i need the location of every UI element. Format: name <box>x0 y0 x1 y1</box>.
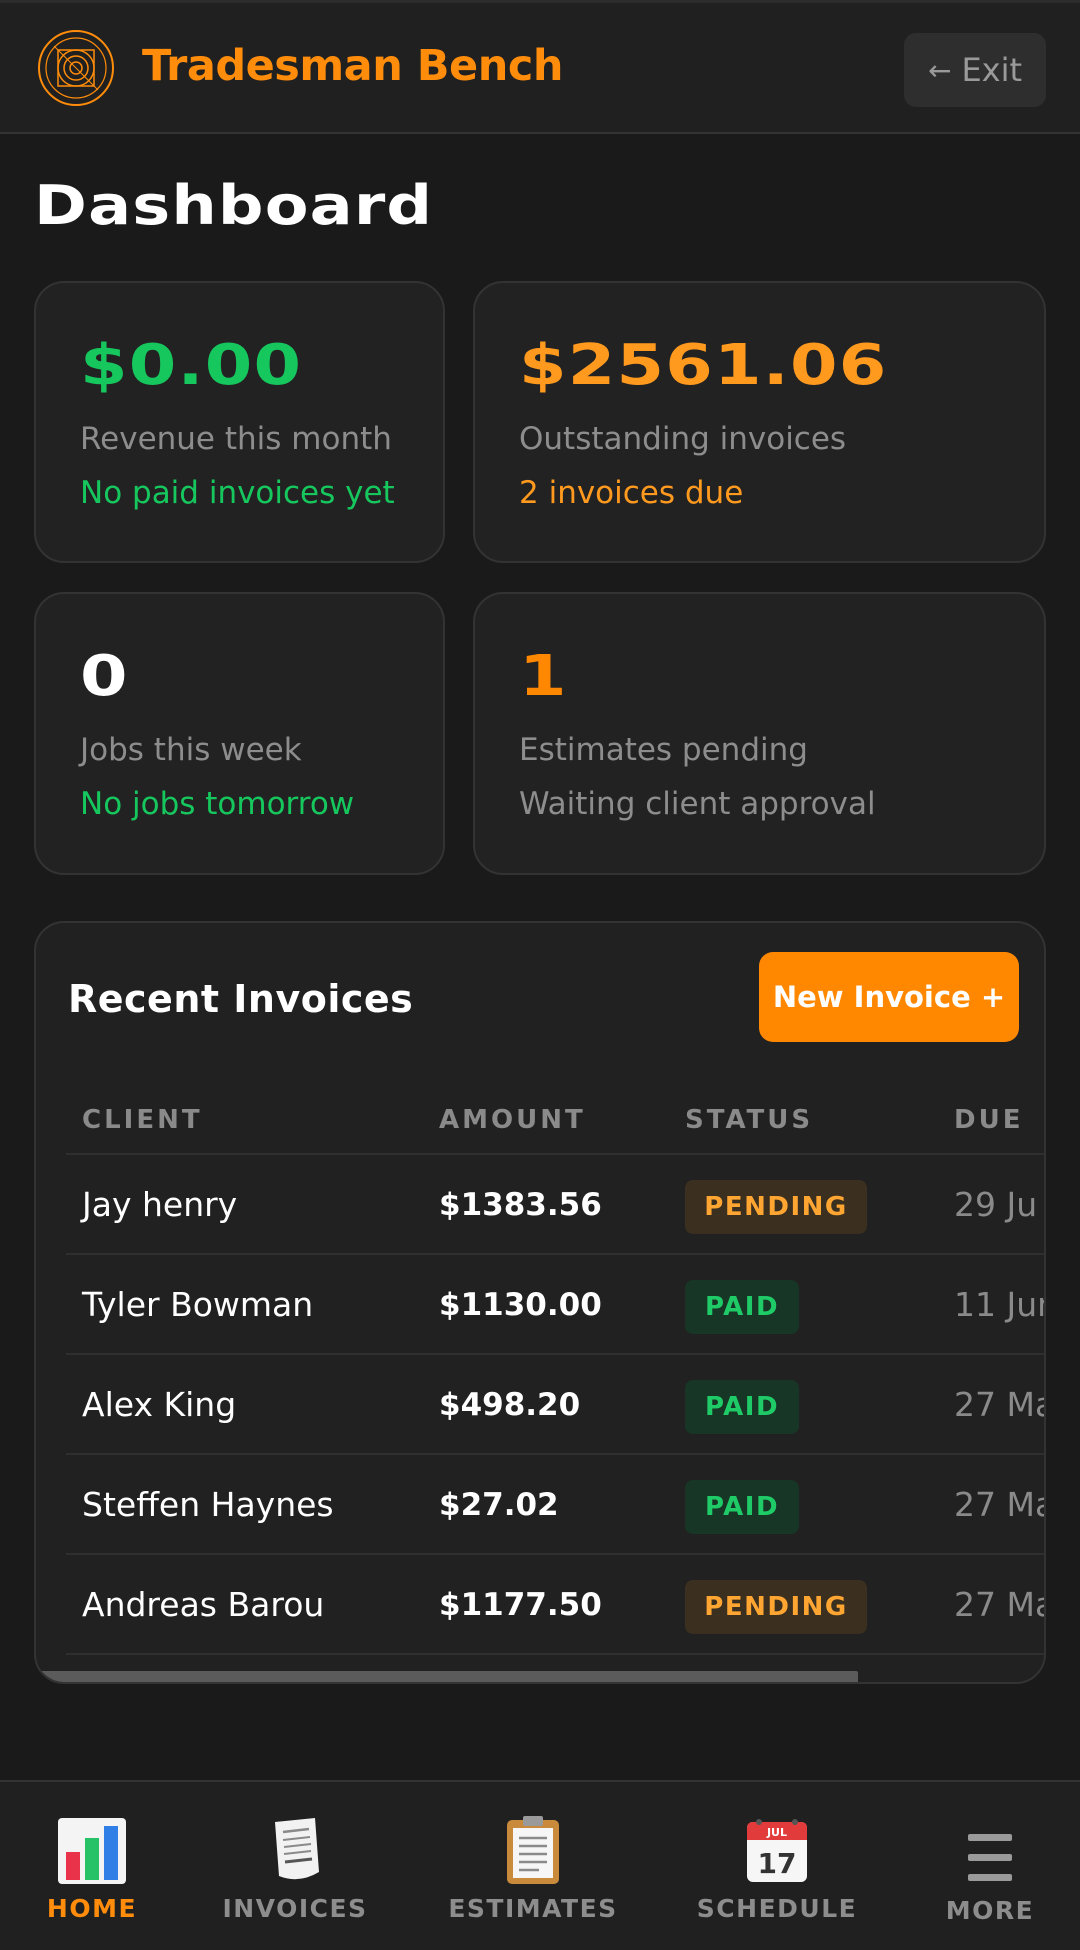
calendar-day: 17 <box>758 1847 797 1880</box>
outstanding-label: Outstanding invoices <box>519 421 847 457</box>
status-badge: PENDING <box>685 1180 867 1234</box>
table-divider <box>66 1153 1044 1155</box>
invoice-client: Steffen Haynes <box>82 1485 334 1524</box>
invoice-amount: $498.20 <box>439 1387 581 1423</box>
revenue-label: Revenue this month <box>80 421 392 457</box>
brand-name: Tradesman Bench <box>142 41 563 91</box>
invoice-amount: $1383.56 <box>439 1187 602 1223</box>
estimates-card[interactable]: 1 Estimates pending Waiting client appro… <box>473 592 1046 875</box>
invoice-client: Andreas Barou <box>82 1585 325 1624</box>
receipt-icon <box>275 1818 319 1880</box>
column-header-status[interactable]: STATUS <box>685 1105 813 1135</box>
arrow-left-icon: ← <box>927 53 952 87</box>
nav-label-estimates: ESTIMATES <box>448 1894 618 1923</box>
nav-item-more[interactable]: MORE <box>930 1782 1050 1950</box>
horizontal-scrollbar[interactable] <box>36 1671 858 1682</box>
invoice-due: 27 Ma <box>954 1485 1046 1524</box>
app-header: Tradesman Bench ← Exit <box>0 0 1080 134</box>
new-invoice-button[interactable]: New Invoice + <box>759 952 1019 1042</box>
recent-invoices-panel: Recent Invoices New Invoice + CLIENT AMO… <box>34 921 1046 1684</box>
calendar-icon: JUL 17 <box>747 1819 807 1882</box>
app-root: Tradesman Bench ← Exit Dashboard $0.00 R… <box>0 0 1080 1950</box>
estimates-value: 1 <box>519 644 568 709</box>
outstanding-card[interactable]: $2561.06 Outstanding invoices 2 invoices… <box>473 281 1046 563</box>
table-divider <box>66 1553 1044 1555</box>
nav-item-home[interactable]: HOME <box>32 1782 152 1950</box>
invoice-due: 11 Jun <box>954 1285 1044 1324</box>
exit-button[interactable]: ← Exit <box>904 33 1046 107</box>
revenue-card[interactable]: $0.00 Revenue this month No paid invoice… <box>34 281 445 563</box>
invoice-client: Tyler Bowman <box>82 1285 314 1324</box>
status-badge: PAID <box>685 1380 799 1434</box>
table-divider <box>66 1353 1044 1355</box>
invoice-client: Alex King <box>82 1385 237 1424</box>
invoice-amount: $27.02 <box>439 1487 559 1523</box>
revenue-value: $0.00 <box>80 333 303 398</box>
brand-logo-icon <box>38 30 114 106</box>
bottom-nav: HOME INVOICES ESTIMATES JUL 17 SCHEDULE … <box>0 1780 1080 1950</box>
invoice-due: 27 Ma <box>954 1385 1046 1424</box>
status-badge: PAID <box>685 1280 799 1334</box>
recent-invoices-title: Recent Invoices <box>68 977 414 1021</box>
invoice-due: 29 Ju <box>954 1185 1038 1224</box>
nav-item-estimates[interactable]: ESTIMATES <box>448 1782 618 1950</box>
page-title: Dashboard <box>34 174 434 237</box>
menu-icon <box>968 1834 1012 1881</box>
nav-label-home: HOME <box>46 1894 138 1923</box>
clipboard-icon <box>507 1816 559 1884</box>
estimates-label: Estimates pending <box>519 732 808 768</box>
jobs-label: Jobs this week <box>80 732 302 768</box>
nav-item-invoices[interactable]: INVOICES <box>220 1782 370 1950</box>
table-divider <box>66 1453 1044 1455</box>
column-header-due[interactable]: DUE <box>954 1105 1023 1135</box>
column-header-client[interactable]: CLIENT <box>82 1105 203 1135</box>
jobs-card[interactable]: 0 Jobs this week No jobs tomorrow <box>34 592 445 875</box>
nav-item-schedule[interactable]: JUL 17 SCHEDULE <box>697 1782 857 1950</box>
status-badge: PAID <box>685 1480 799 1534</box>
outstanding-value: $2561.06 <box>519 333 888 398</box>
invoice-amount: $1130.00 <box>439 1287 602 1323</box>
nav-label-more: MORE <box>945 1896 1035 1925</box>
revenue-sub: No paid invoices yet <box>80 475 395 511</box>
bar-chart-icon <box>58 1818 126 1884</box>
status-badge: PENDING <box>685 1580 867 1634</box>
table-divider <box>66 1253 1044 1255</box>
jobs-sub: No jobs tomorrow <box>80 786 355 822</box>
exit-label: Exit <box>961 51 1023 89</box>
estimates-sub: Waiting client approval <box>519 786 876 822</box>
table-divider <box>66 1653 1044 1655</box>
nav-label-invoices: INVOICES <box>222 1894 368 1923</box>
invoice-amount: $1177.50 <box>439 1587 602 1623</box>
jobs-value: 0 <box>80 644 129 709</box>
column-header-amount[interactable]: AMOUNT <box>439 1105 586 1135</box>
invoice-client: Jay henry <box>82 1185 238 1224</box>
invoice-due: 27 Ma <box>954 1585 1046 1624</box>
nav-label-schedule: SCHEDULE <box>696 1894 858 1923</box>
calendar-month: JUL <box>766 1826 787 1839</box>
outstanding-sub: 2 invoices due <box>519 475 744 511</box>
